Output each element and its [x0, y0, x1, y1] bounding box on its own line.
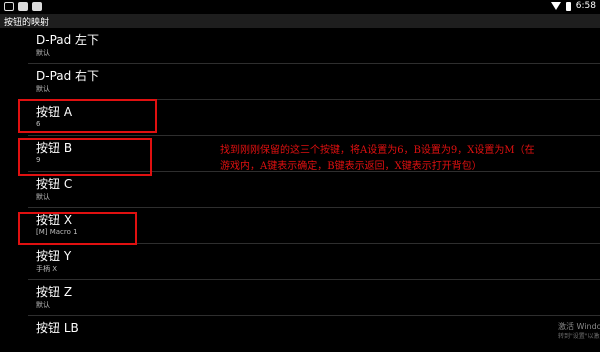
list-item-title: D-Pad 左下: [36, 33, 100, 47]
battery-icon: [565, 1, 571, 11]
status-time: 6:58: [575, 1, 596, 11]
highlight-box-button-b: [18, 138, 152, 176]
highlight-box-button-x: [18, 212, 137, 245]
list-item-button-lb[interactable]: 按钮 LB: [0, 316, 600, 352]
windows-activation-watermark-sub: 转到"设置"以激: [558, 333, 600, 340]
list-item-dpad-down-left[interactable]: D-Pad 左下 默认: [0, 28, 600, 64]
app-notification-icon: [18, 2, 28, 11]
list-item-subtitle: 默认: [36, 193, 50, 201]
annotation-text: 找到刚刚保留的这三个按键，将A设置为6，B设置为9，X设置为M（在游戏内，A键表…: [220, 145, 535, 172]
list-item-subtitle: 默认: [36, 49, 50, 57]
title-bar: 按钮的映射: [0, 14, 600, 28]
wifi-icon: [550, 2, 561, 10]
page-title: 按钮的映射: [4, 18, 50, 28]
list-item-dpad-down-right[interactable]: D-Pad 右下 默认: [0, 64, 600, 100]
status-bar: 6:58: [0, 0, 600, 14]
list-item-title: 按钮 C: [36, 177, 73, 191]
list-item-title: 按钮 Z: [36, 285, 73, 299]
status-system-icons: 6:58: [550, 1, 596, 11]
list-item-button-y[interactable]: 按钮 Y 手柄 X: [0, 244, 600, 280]
status-notification-icons: [4, 2, 42, 11]
list-item-title: 按钮 LB: [36, 321, 79, 335]
highlight-box-button-a: [18, 99, 157, 133]
list-item-title: 按钮 Y: [36, 249, 72, 263]
list-item-title: D-Pad 右下: [36, 69, 100, 83]
screenshot-icon: [4, 2, 14, 11]
list-item-subtitle: 默认: [36, 301, 50, 309]
list-item-subtitle: 默认: [36, 85, 50, 93]
app-notification-icon-2: [32, 2, 42, 11]
list-item-button-z[interactable]: 按钮 Z 默认: [0, 280, 600, 316]
list-item-subtitle: 手柄 X: [36, 265, 58, 273]
list-item-button-c[interactable]: 按钮 C 默认: [0, 172, 600, 208]
